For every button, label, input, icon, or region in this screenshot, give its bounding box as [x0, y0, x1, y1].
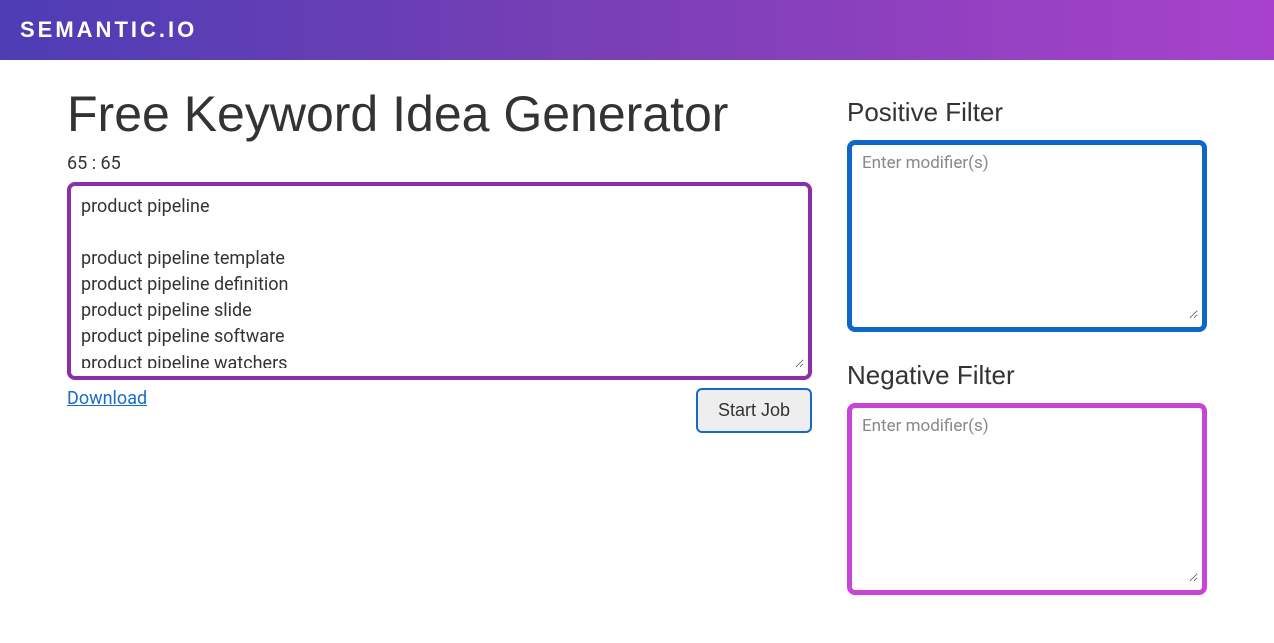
sidebar: Positive Filter Negative Filter	[847, 85, 1207, 623]
results-box	[67, 182, 812, 380]
main-container: Free Keyword Idea Generator 65 : 65 Down…	[47, 60, 1227, 643]
actions-row: Download Start Job	[67, 388, 812, 433]
results-textarea[interactable]	[75, 190, 804, 368]
page-title: Free Keyword Idea Generator	[67, 85, 812, 143]
positive-filter-title: Positive Filter	[847, 97, 1207, 128]
main-column: Free Keyword Idea Generator 65 : 65 Down…	[67, 85, 812, 623]
negative-filter-box	[847, 403, 1207, 595]
negative-filter-textarea[interactable]	[856, 412, 1198, 582]
negative-filter-title: Negative Filter	[847, 360, 1207, 391]
app-header: SEMANTIC.IO	[0, 0, 1274, 60]
logo: SEMANTIC.IO	[20, 17, 197, 43]
positive-filter-box	[847, 140, 1207, 332]
start-job-button[interactable]: Start Job	[696, 388, 812, 433]
result-count: 65 : 65	[67, 153, 812, 174]
download-link[interactable]: Download	[67, 388, 147, 409]
positive-filter-textarea[interactable]	[856, 149, 1198, 319]
